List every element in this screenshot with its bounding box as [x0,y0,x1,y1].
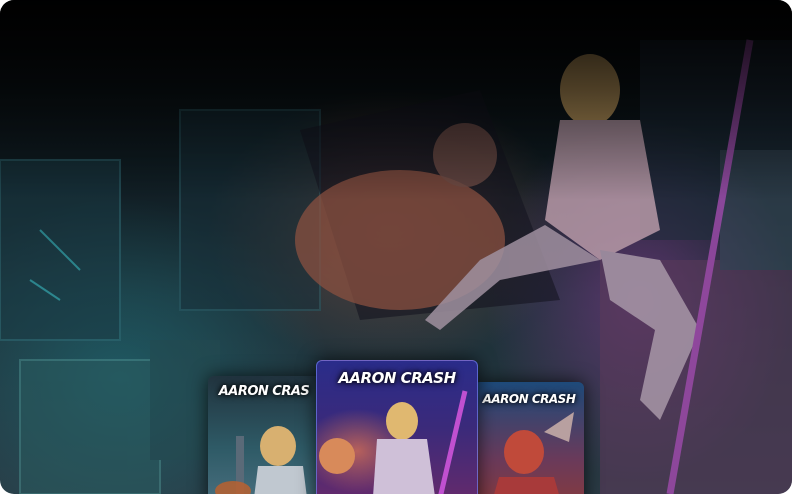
card-title-right: AARON CRASH [482,392,576,406]
game-banner: AARON CRAS AARON CRASH AARON CRASH [0,0,792,494]
game-card-left[interactable]: AARON CRAS [208,376,320,494]
card-title-center: AARON CRASH [338,369,456,387]
card-title-left: AARON CRAS [218,384,310,399]
game-card-right[interactable]: AARON CRASH [474,382,584,494]
game-card-center[interactable]: AARON CRASH [316,360,478,494]
top-shadow-overlay [0,0,792,200]
